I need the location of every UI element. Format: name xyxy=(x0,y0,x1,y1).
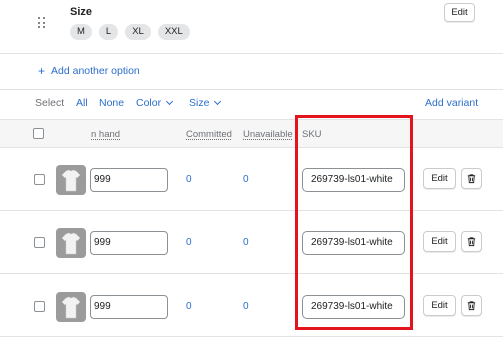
sku-input[interactable]: 269739-ls01-white xyxy=(302,231,405,255)
option-value-chip: XL xyxy=(125,24,151,40)
column-unavailable: Unavailable xyxy=(243,129,293,140)
product-thumbnail[interactable] xyxy=(56,292,86,322)
select-label: Select xyxy=(35,97,65,109)
committed-value[interactable]: 0 xyxy=(186,237,192,248)
add-variant-link[interactable]: Add variant xyxy=(425,97,478,109)
option-title: Size xyxy=(70,6,93,18)
trash-icon xyxy=(467,237,476,247)
committed-value[interactable]: 0 xyxy=(186,301,192,312)
trash-icon xyxy=(467,174,476,184)
option-value-chip: M xyxy=(70,24,92,40)
delete-variant-button[interactable] xyxy=(461,231,482,252)
size-option-card: Size M L XL XXL Edit xyxy=(0,0,503,54)
row-checkbox[interactable] xyxy=(34,174,45,185)
add-option-row: + Add another option xyxy=(0,54,503,90)
select-all-link[interactable]: All xyxy=(76,97,88,109)
size-filter-dropdown[interactable]: Size xyxy=(189,97,222,109)
unavailable-value[interactable]: 0 xyxy=(243,237,249,248)
row-checkbox[interactable] xyxy=(34,237,45,248)
variant-select-bar: Select All None Color Size Add variant xyxy=(0,90,503,120)
product-thumbnail[interactable] xyxy=(56,165,86,195)
color-filter-label: Color xyxy=(136,97,162,109)
sku-input[interactable]: 269739-ls01-white xyxy=(302,168,405,192)
column-on-hand: n hand xyxy=(91,129,121,140)
row-checkbox[interactable] xyxy=(34,301,45,312)
drag-handle-icon[interactable] xyxy=(38,17,46,29)
delete-variant-button[interactable] xyxy=(461,168,482,189)
on-hand-input[interactable]: 999 xyxy=(90,231,168,255)
on-hand-input[interactable]: 999 xyxy=(90,295,168,319)
product-thumbnail[interactable] xyxy=(56,228,86,258)
edit-option-button[interactable]: Edit xyxy=(444,3,475,22)
chevron-down-icon xyxy=(166,97,174,106)
committed-value[interactable]: 0 xyxy=(186,174,192,185)
variant-row: 999 0 0 269739-ls01-white Edit xyxy=(0,274,503,337)
size-filter-label: Size xyxy=(189,97,210,109)
variants-table-header: n hand Committed Unavailable SKU xyxy=(0,120,503,148)
sku-input[interactable]: 269739-ls01-white xyxy=(302,295,405,319)
option-value-chip: XXL xyxy=(157,24,190,40)
unavailable-value[interactable]: 0 xyxy=(243,174,249,185)
edit-variant-button[interactable]: Edit xyxy=(423,295,456,316)
edit-variant-button[interactable]: Edit xyxy=(423,231,456,252)
column-committed: Committed xyxy=(186,129,232,140)
variant-row: 999 0 0 269739-ls01-white Edit xyxy=(0,148,503,211)
select-none-link[interactable]: None xyxy=(99,97,124,109)
add-option-label: Add another option xyxy=(51,65,140,77)
column-sku: SKU xyxy=(302,129,322,140)
delete-variant-button[interactable] xyxy=(461,295,482,316)
unavailable-value[interactable]: 0 xyxy=(243,301,249,312)
select-all-checkbox[interactable] xyxy=(33,128,44,139)
color-filter-dropdown[interactable]: Color xyxy=(136,97,174,109)
trash-icon xyxy=(467,301,476,311)
add-another-option-link[interactable]: + Add another option xyxy=(38,65,140,77)
plus-icon: + xyxy=(38,64,46,78)
edit-variant-button[interactable]: Edit xyxy=(423,168,456,189)
chevron-down-icon xyxy=(214,97,222,106)
option-values: M L XL XXL xyxy=(70,24,190,40)
variant-row: 999 0 0 269739-ls01-white Edit xyxy=(0,211,503,274)
option-value-chip: L xyxy=(98,24,119,40)
on-hand-input[interactable]: 999 xyxy=(90,168,168,192)
